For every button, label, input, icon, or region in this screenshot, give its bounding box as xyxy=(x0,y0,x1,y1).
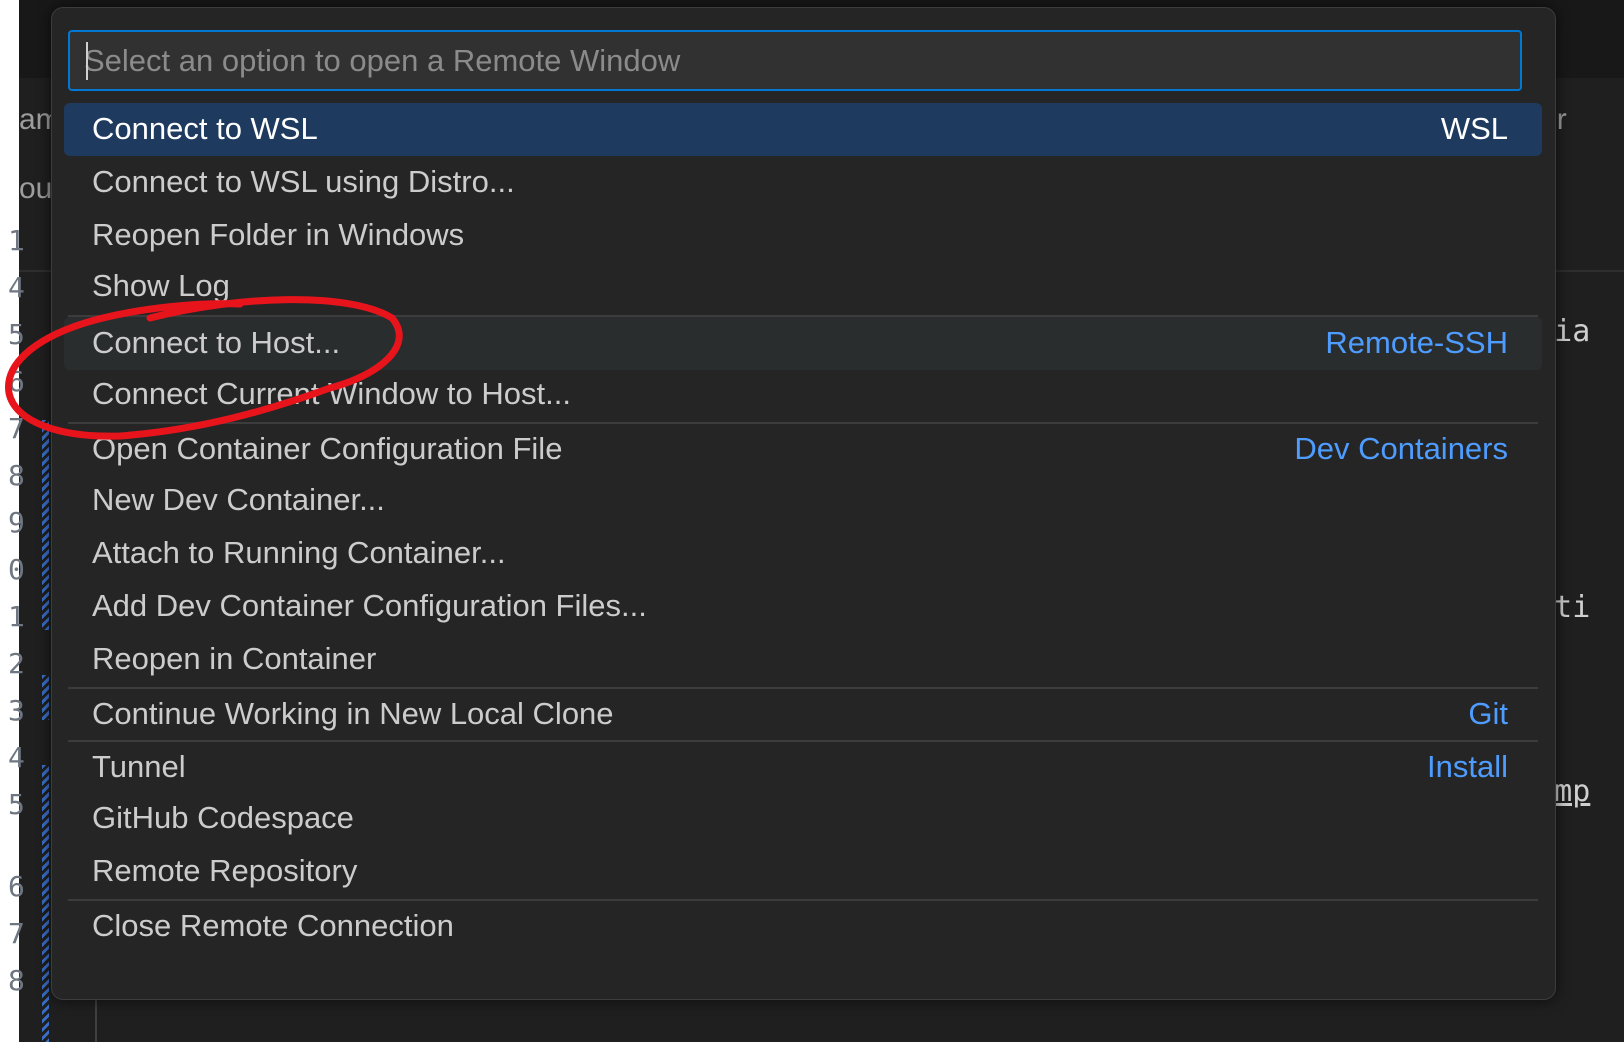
line-number: 6 xyxy=(8,365,25,398)
option-new-dev-container[interactable]: New Dev Container... xyxy=(64,474,1542,527)
option-tunnel[interactable]: Tunnel Install xyxy=(64,741,1542,794)
git-change-indicator[interactable] xyxy=(42,675,49,720)
option-show-log[interactable]: Show Log xyxy=(64,260,1542,313)
option-label: New Dev Container... xyxy=(92,482,385,517)
option-remote-repository[interactable]: Remote Repository xyxy=(64,845,1542,898)
line-number: 2 xyxy=(8,647,25,680)
line-number: 4 xyxy=(8,741,25,774)
line-number: 3 xyxy=(8,694,25,727)
option-connect-current-window-to-host[interactable]: Connect Current Window to Host... xyxy=(64,368,1542,421)
line-number: 4 xyxy=(8,271,25,304)
text-cursor xyxy=(86,42,88,80)
option-label: Continue Working in New Local Clone xyxy=(92,696,614,731)
option-github-codespace[interactable]: GitHub Codespace xyxy=(64,792,1542,845)
option-label: Reopen Folder in Windows xyxy=(92,217,465,252)
option-label: Close Remote Connection xyxy=(92,908,454,943)
line-number: 7 xyxy=(8,412,25,445)
line-number: 6 xyxy=(8,870,25,903)
option-label: Connect to WSL xyxy=(92,111,318,146)
line-number: 1 xyxy=(8,224,25,257)
option-connect-to-wsl[interactable]: Connect to WSL WSL xyxy=(64,103,1542,156)
git-change-indicator[interactable] xyxy=(42,765,49,1042)
line-number: 9 xyxy=(8,506,25,539)
option-connect-to-host[interactable]: Connect to Host... Remote-SSH xyxy=(64,317,1542,370)
line-number: 5 xyxy=(8,318,25,351)
option-label: Connect Current Window to Host... xyxy=(92,376,571,411)
line-number: 7 xyxy=(8,917,25,950)
quick-pick-input[interactable] xyxy=(68,30,1522,91)
option-reopen-in-container[interactable]: Reopen in Container xyxy=(64,633,1542,686)
option-label: GitHub Codespace xyxy=(92,800,354,835)
line-number: 1 xyxy=(8,600,25,633)
option-badge: Remote-SSH xyxy=(1325,325,1508,360)
option-add-dev-container-configuration-files[interactable]: Add Dev Container Configuration Files... xyxy=(64,580,1542,633)
breadcrumb-fragment-left[interactable]: ou xyxy=(19,172,52,206)
install-link[interactable]: Install xyxy=(1427,749,1508,785)
line-number: 5 xyxy=(8,788,25,821)
option-attach-to-running-container[interactable]: Attach to Running Container... xyxy=(64,527,1542,580)
git-change-indicator[interactable] xyxy=(42,420,49,630)
option-open-container-configuration-file[interactable]: Open Container Configuration File Dev Co… xyxy=(64,423,1542,476)
option-label: Remote Repository xyxy=(92,853,358,888)
option-label: Show Log xyxy=(92,268,230,303)
option-badge: Git xyxy=(1468,696,1508,731)
option-close-remote-connection[interactable]: Close Remote Connection xyxy=(64,900,1542,953)
option-label: Open Container Configuration File xyxy=(92,431,563,466)
remote-window-quick-pick: Connect to WSL WSL Connect to WSL using … xyxy=(51,7,1556,1000)
line-number: 8 xyxy=(8,459,25,492)
option-badge: Dev Containers xyxy=(1294,431,1508,466)
option-label: Tunnel xyxy=(92,749,186,784)
option-badge: WSL xyxy=(1440,111,1508,146)
option-continue-working-in-new-local-clone[interactable]: Continue Working in New Local Clone Git xyxy=(64,688,1542,741)
line-number: 0 xyxy=(8,553,25,586)
option-label: Reopen in Container xyxy=(92,641,377,676)
option-label: Add Dev Container Configuration Files... xyxy=(92,588,647,623)
option-label: Connect to WSL using Distro... xyxy=(92,164,515,199)
option-label: Connect to Host... xyxy=(92,325,341,360)
line-number: 8 xyxy=(8,964,25,997)
option-reopen-folder-in-windows[interactable]: Reopen Folder in Windows xyxy=(64,209,1542,262)
option-connect-to-wsl-distro[interactable]: Connect to WSL using Distro... xyxy=(64,156,1542,209)
option-label: Attach to Running Container... xyxy=(92,535,506,570)
